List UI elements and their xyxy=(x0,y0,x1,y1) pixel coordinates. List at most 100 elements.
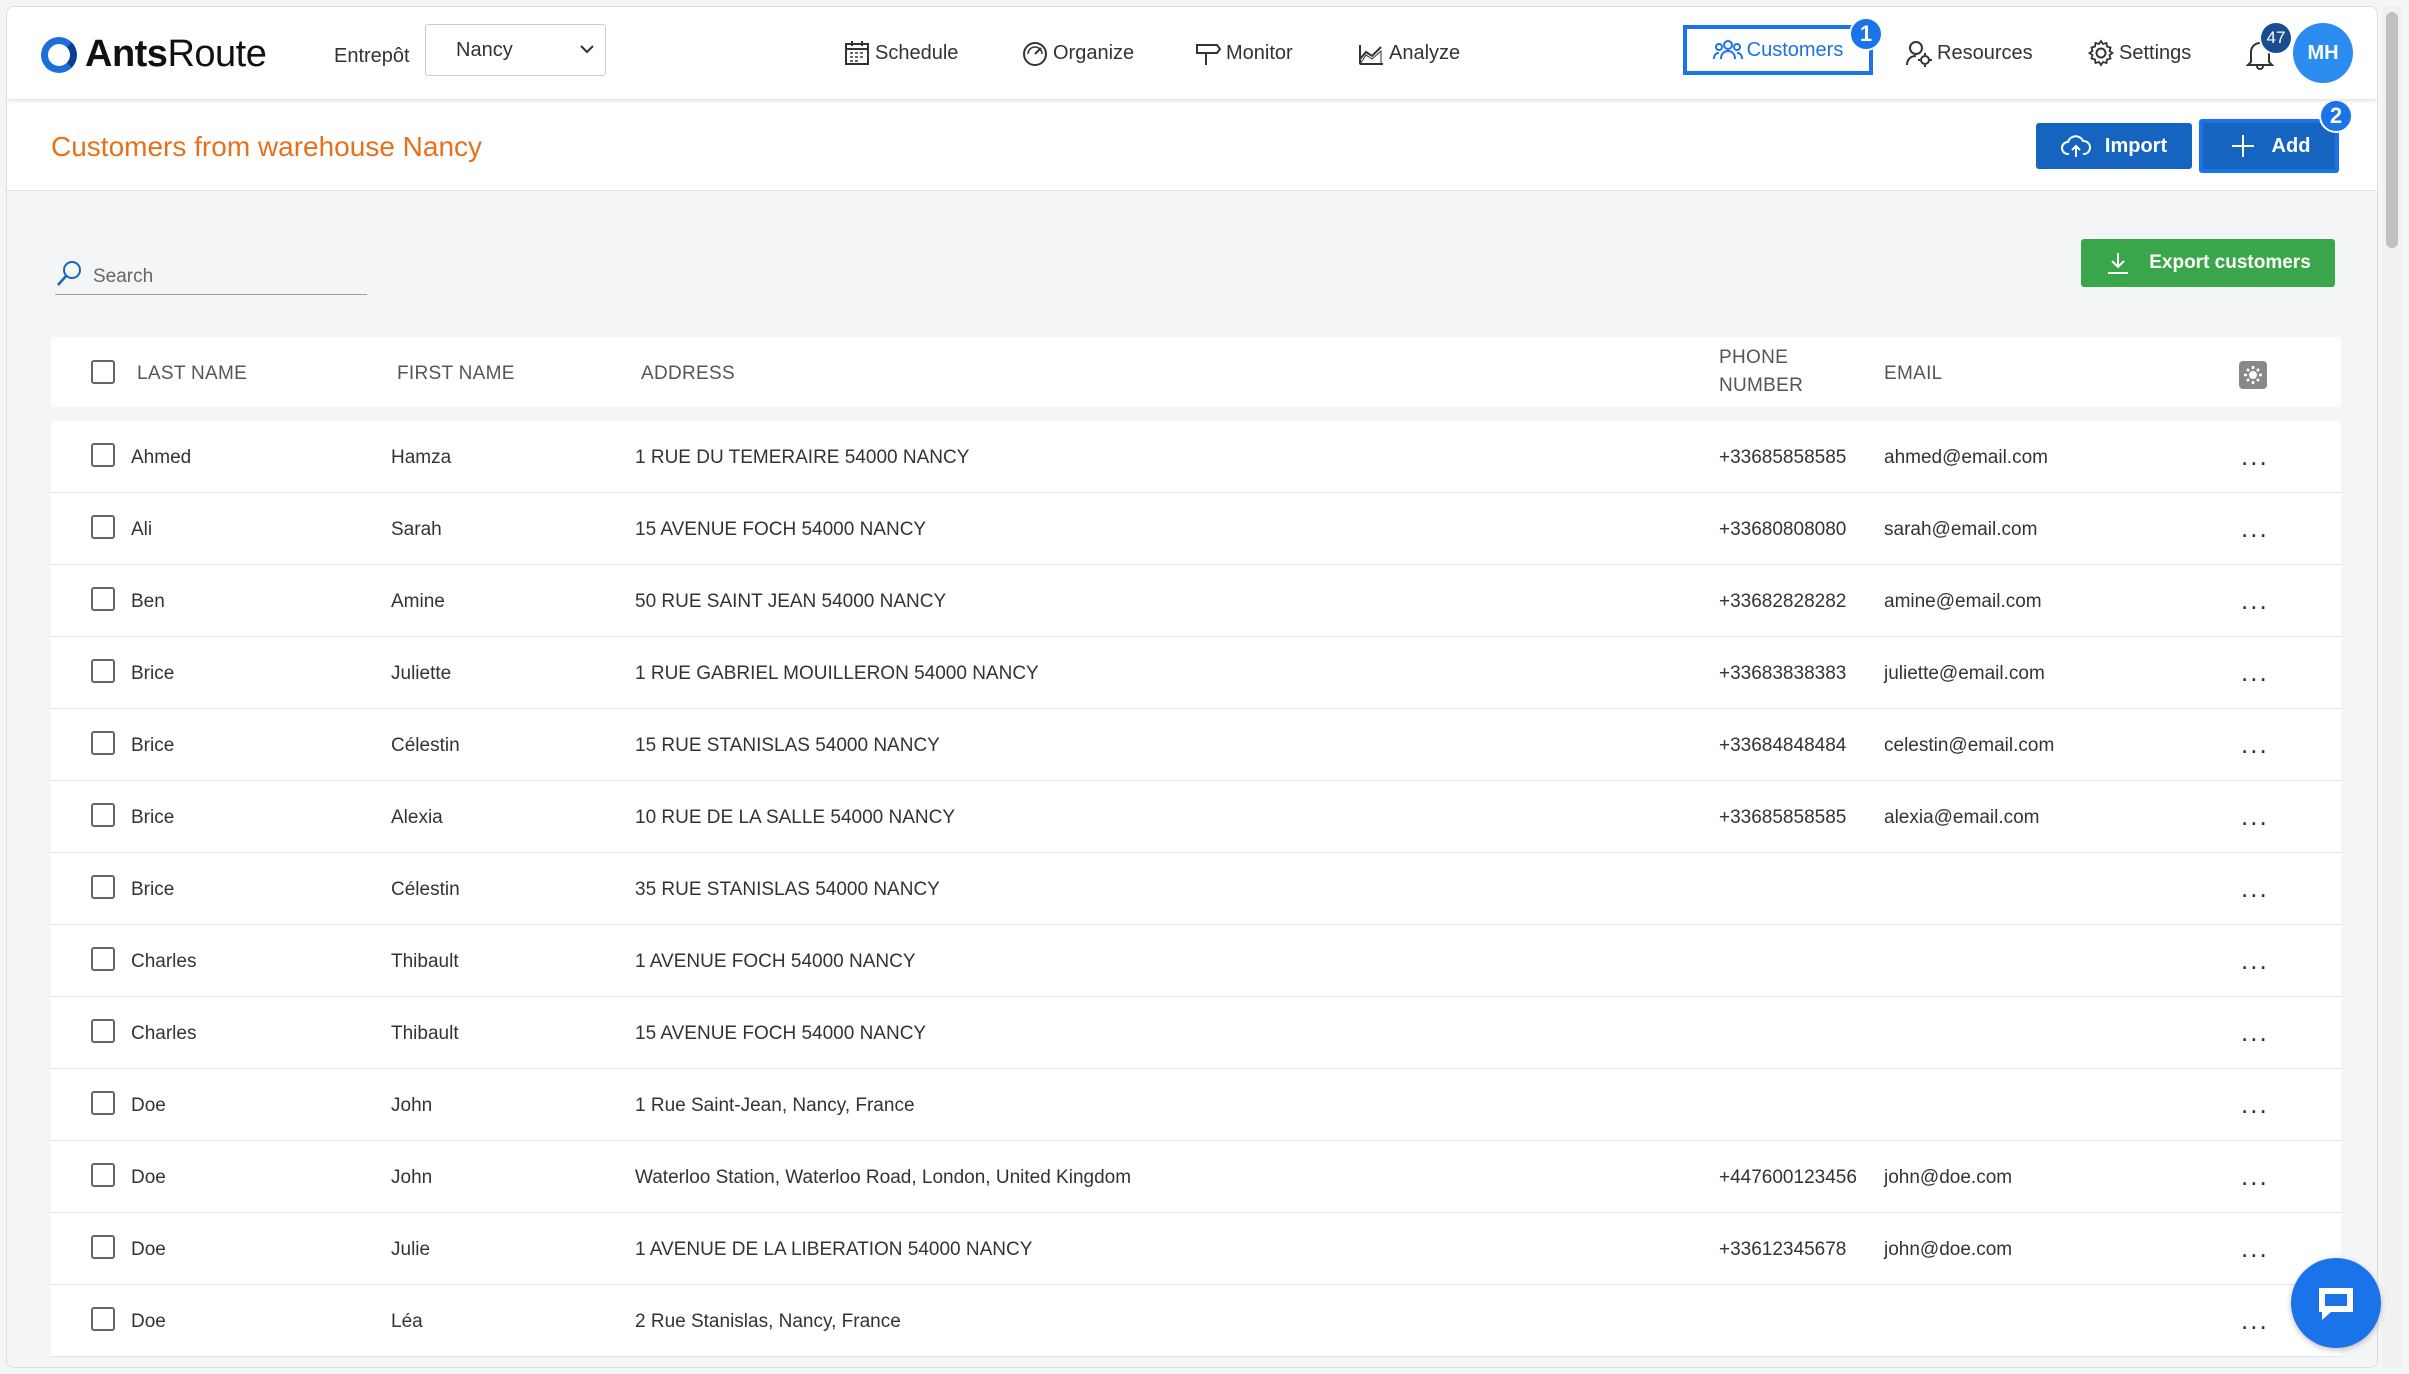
logo-text: AntsRoute xyxy=(85,33,267,75)
step-1-badge: 1 xyxy=(1849,17,1883,51)
row-checkbox[interactable] xyxy=(91,443,115,467)
notification-count-badge: 47 xyxy=(2259,21,2293,55)
table-row[interactable]: Brice Alexia 10 RUE DE LA SALLE 54000 NANC… xyxy=(51,781,2341,853)
row-actions-menu[interactable]: ... xyxy=(2241,441,2269,472)
row-actions-menu[interactable]: ... xyxy=(2241,513,2269,544)
cell-last-name: Charles xyxy=(131,1023,197,1044)
row-actions-menu[interactable]: ... xyxy=(2241,585,2269,616)
table-row[interactable]: Brice Célestin 15 RUE STANISLAS 54000 NANC… xyxy=(51,709,2341,781)
search-field[interactable] xyxy=(55,247,367,295)
step-2-badge: 2 xyxy=(2319,99,2353,133)
row-actions-menu[interactable]: ... xyxy=(2241,1161,2269,1192)
antsroute-logo[interactable]: AntsRoute xyxy=(41,33,267,76)
row-actions-menu[interactable]: ... xyxy=(2241,1089,2269,1120)
table-row[interactable]: Brice Juliette 1 RUE GABRIEL MOUILLERON 54… xyxy=(51,637,2341,709)
warehouse-select[interactable]: Nancy xyxy=(425,24,606,76)
search-input[interactable] xyxy=(93,266,353,288)
chat-button[interactable] xyxy=(2291,1258,2381,1348)
row-checkbox[interactable] xyxy=(91,731,115,755)
settings-square-icon[interactable] xyxy=(2239,361,2267,389)
table-row[interactable]: Charles Thibault 15 AVENUE FOCH 54000 NANC… xyxy=(51,997,2341,1069)
column-last-name[interactable]: LAST NAME xyxy=(137,363,247,385)
table-row[interactable]: Ali Sarah 15 AVENUE FOCH 54000 NANCY +33680… xyxy=(51,493,2341,565)
cell-address: 1 AVENUE DE LA LIBERATION 54000 NANCY xyxy=(635,1239,1033,1260)
app-window: AntsRoute Entrepôt Nancy Schedule Organi… xyxy=(6,6,2378,1368)
table-row[interactable]: Ben Amine 50 RUE SAINT JEAN 54000 NANCY +33… xyxy=(51,565,2341,637)
row-actions-menu[interactable]: ... xyxy=(2241,657,2269,688)
row-checkbox[interactable] xyxy=(91,515,115,539)
table-row[interactable]: Doe Léa 2 Rue Stanislas, Nancy, France... xyxy=(51,1285,2341,1357)
row-actions-menu[interactable]: ... xyxy=(2241,801,2269,832)
plus-icon xyxy=(2231,135,2254,157)
add-button[interactable]: Add xyxy=(2199,119,2339,173)
cell-email: ahmed@email.com xyxy=(1884,447,2048,468)
row-checkbox[interactable] xyxy=(91,587,115,611)
row-checkbox[interactable] xyxy=(91,947,115,971)
table-row[interactable]: Brice Célestin 35 RUE STANISLAS 54000 NANC… xyxy=(51,853,2341,925)
table-row[interactable]: Doe John Waterloo Station, Waterloo Road, … xyxy=(51,1141,2341,1213)
table-header: LAST NAME FIRST NAME ADDRESS PHONE NUMBE… xyxy=(51,337,2341,407)
table-row[interactable]: Doe Julie 1 AVENUE DE LA LIBERATION 54000 … xyxy=(51,1213,2341,1285)
nav-customers[interactable]: Customers xyxy=(1683,25,1873,75)
cell-address: 10 RUE DE LA SALLE 54000 NANCY xyxy=(635,807,956,828)
nav-resources-label: Resources xyxy=(1937,41,2033,64)
column-email[interactable]: EMAIL xyxy=(1884,363,1943,385)
cell-address: 15 RUE STANISLAS 54000 NANCY xyxy=(635,735,940,756)
import-button[interactable]: Import xyxy=(2036,123,2192,169)
cloud-upload-icon xyxy=(2060,135,2091,157)
column-first-name[interactable]: FIRST NAME xyxy=(397,363,515,385)
cell-phone: +33685858585 xyxy=(1719,447,1847,468)
user-gear-icon xyxy=(1906,41,1932,67)
row-checkbox[interactable] xyxy=(91,1019,115,1043)
row-checkbox[interactable] xyxy=(91,1091,115,1115)
user-avatar[interactable]: MH xyxy=(2293,23,2353,83)
column-address[interactable]: ADDRESS xyxy=(641,363,735,385)
page-title: Customers from warehouse Nancy xyxy=(51,131,483,162)
nav-monitor[interactable]: Monitor xyxy=(1194,39,1293,67)
cell-first-name: Célestin xyxy=(391,735,460,756)
cell-phone: +33680808080 xyxy=(1719,519,1847,540)
cell-first-name: Léa xyxy=(391,1311,423,1332)
nav-settings[interactable]: Settings xyxy=(2087,39,2191,67)
calendar-icon xyxy=(845,41,869,65)
cell-first-name: Célestin xyxy=(391,879,460,900)
cell-last-name: Doe xyxy=(131,1095,166,1116)
cell-first-name: Juliette xyxy=(391,663,452,684)
nav-organize-label: Organize xyxy=(1053,41,1135,64)
row-actions-menu[interactable]: ... xyxy=(2241,945,2269,976)
cell-email: john@doe.com xyxy=(1884,1239,2013,1260)
table-row[interactable]: Doe John 1 Rue Saint-Jean, Nancy, France..… xyxy=(51,1069,2341,1141)
row-checkbox[interactable] xyxy=(91,659,115,683)
scrollbar-thumb[interactable] xyxy=(2386,12,2398,248)
nav-organize[interactable]: Organize xyxy=(1021,39,1134,67)
row-checkbox[interactable] xyxy=(91,1307,115,1331)
chart-icon xyxy=(1359,45,1383,65)
cell-email: juliette@email.com xyxy=(1884,663,2045,684)
export-customers-button[interactable]: Export customers xyxy=(2081,239,2335,287)
cell-address: 35 RUE STANISLAS 54000 NANCY xyxy=(635,879,940,900)
table-row[interactable]: Charles Thibault 1 AVENUE FOCH 54000 NANCY… xyxy=(51,925,2341,997)
nav-monitor-label: Monitor xyxy=(1226,41,1293,64)
row-checkbox[interactable] xyxy=(91,1235,115,1259)
table-row[interactable]: Ahmed Hamza 1 RUE DU TEMERAIRE 54000 NANCY… xyxy=(51,421,2341,493)
nav-schedule[interactable]: Schedule xyxy=(843,39,958,67)
column-phone-line2[interactable]: NUMBER xyxy=(1719,375,1803,397)
column-phone-line1[interactable]: PHONE xyxy=(1719,347,1788,369)
top-navigation-bar: AntsRoute Entrepôt Nancy Schedule Organi… xyxy=(7,7,2377,99)
cell-last-name: Brice xyxy=(131,807,175,828)
nav-resources[interactable]: Resources xyxy=(1905,39,2033,67)
row-actions-menu[interactable]: ... xyxy=(2241,729,2269,760)
row-checkbox[interactable] xyxy=(91,1163,115,1187)
cell-phone: +33685858585 xyxy=(1719,807,1847,828)
nav-schedule-label: Schedule xyxy=(875,41,959,64)
row-actions-menu[interactable]: ... xyxy=(2241,873,2269,904)
row-actions-menu[interactable]: ... xyxy=(2241,1017,2269,1048)
nav-analyze[interactable]: Analyze xyxy=(1357,39,1460,67)
select-all-checkbox[interactable] xyxy=(91,360,115,384)
cell-first-name: Thibault xyxy=(391,951,459,972)
cell-address: 1 AVENUE FOCH 54000 NANCY xyxy=(635,951,916,972)
row-checkbox[interactable] xyxy=(91,875,115,899)
row-actions-menu[interactable]: ... xyxy=(2241,1305,2269,1336)
row-checkbox[interactable] xyxy=(91,803,115,827)
row-actions-menu[interactable]: ... xyxy=(2241,1233,2269,1264)
